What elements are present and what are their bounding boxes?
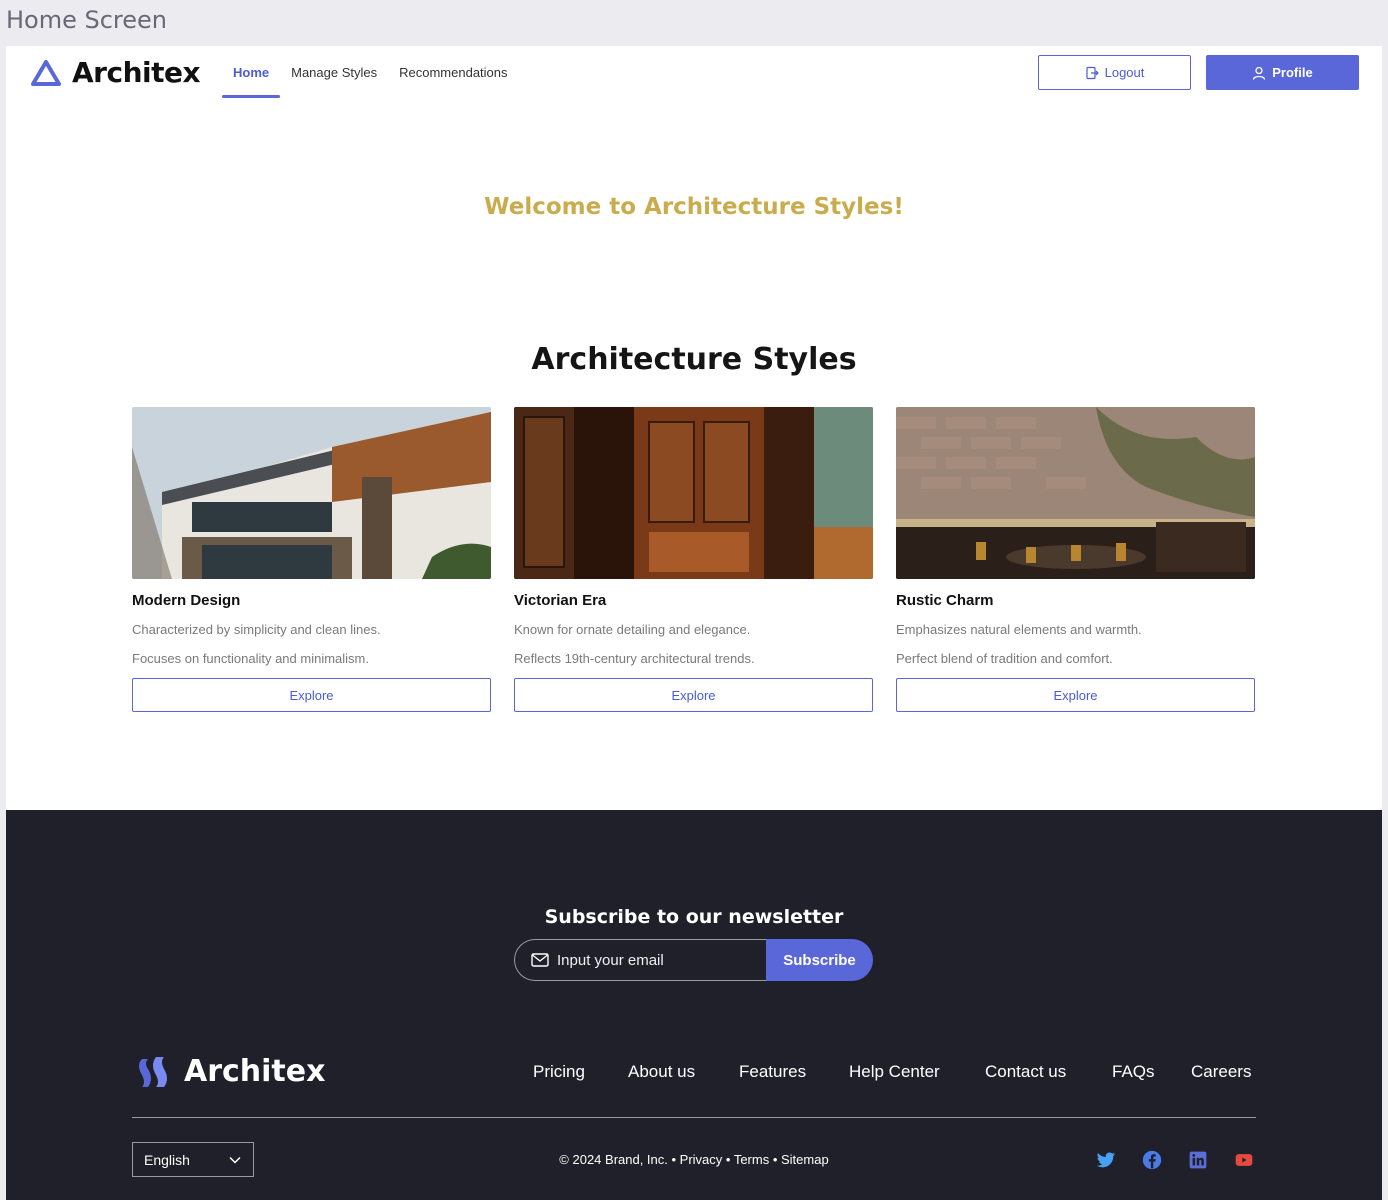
triangle-logo-icon (31, 59, 61, 86)
style-card-modern: Modern Design Characterized by simplicit… (132, 407, 491, 712)
card-description: Emphasizes natural elements and warmth. (896, 622, 1142, 637)
youtube-icon[interactable] (1234, 1150, 1254, 1170)
screen-label: Home Screen (6, 6, 168, 34)
footer-link-features[interactable]: Features (739, 1062, 806, 1082)
footer-link-careers[interactable]: Careers (1191, 1062, 1251, 1082)
logout-button[interactable]: Logout (1038, 55, 1191, 90)
footer-link-about[interactable]: About us (628, 1062, 695, 1082)
app-frame: Architex Home Manage Styles Recommendati… (6, 46, 1382, 1200)
card-description: Reflects 19th-century architectural tren… (514, 651, 755, 666)
footer-links: Pricing About us Features Help Center Co… (6, 1062, 1382, 1084)
linkedin-icon[interactable] (1188, 1150, 1208, 1170)
welcome-heading: Welcome to Architecture Styles! (484, 194, 904, 220)
card-title: Victorian Era (514, 592, 607, 609)
card-title: Modern Design (132, 592, 241, 609)
nav-manage-styles[interactable]: Manage Styles (280, 46, 388, 98)
footer-link-help-center[interactable]: Help Center (849, 1062, 940, 1082)
explore-button[interactable]: Explore (514, 678, 873, 712)
explore-button[interactable]: Explore (132, 678, 491, 712)
style-cards: Modern Design Characterized by simplicit… (132, 407, 1255, 712)
nav-home[interactable]: Home (222, 46, 281, 98)
footer-link-contact[interactable]: Contact us (985, 1062, 1066, 1082)
explore-button[interactable]: Explore (896, 678, 1255, 712)
user-icon (1253, 66, 1266, 80)
logout-label: Logout (1104, 65, 1145, 80)
newsletter-form: Subscribe (514, 939, 873, 981)
top-header: Architex Home Manage Styles Recommendati… (6, 46, 1382, 102)
style-card-rustic: Rustic Charm Emphasizes natural elements… (896, 407, 1255, 712)
brand-name: Architex (72, 56, 201, 89)
nav-recommendations[interactable]: Recommendations (388, 46, 518, 98)
facebook-icon[interactable] (1142, 1150, 1162, 1170)
newsletter-title: Subscribe to our newsletter (544, 906, 844, 928)
card-title: Rustic Charm (896, 592, 994, 609)
profile-label: Profile (1272, 65, 1313, 80)
section-title: Architecture Styles (531, 342, 857, 377)
main-nav: Home Manage Styles Recommendations (222, 46, 519, 98)
card-description: Characterized by simplicity and clean li… (132, 622, 381, 637)
card-description: Perfect blend of tradition and comfort. (896, 651, 1113, 666)
social-links (1096, 1150, 1254, 1170)
twitter-icon[interactable] (1096, 1150, 1116, 1170)
footer-divider (132, 1117, 1256, 1118)
modern-house-image (132, 407, 491, 579)
email-input[interactable] (557, 951, 757, 969)
subscribe-button[interactable]: Subscribe (766, 939, 873, 981)
email-field-wrapper (514, 939, 766, 981)
card-description: Known for ornate detailing and elegance. (514, 622, 751, 637)
style-card-victorian: Victorian Era Known for ornate detailing… (514, 407, 873, 712)
rustic-interior-image (896, 407, 1255, 579)
profile-button[interactable]: Profile (1206, 55, 1359, 90)
card-description: Focuses on functionality and minimalism. (132, 651, 369, 666)
victorian-door-image (514, 407, 873, 579)
brand-logo[interactable]: Architex (30, 56, 201, 89)
site-footer: Subscribe to our newsletter Subscribe Ar… (6, 810, 1382, 1200)
footer-link-pricing[interactable]: Pricing (533, 1062, 585, 1082)
footer-link-faqs[interactable]: FAQs (1112, 1062, 1155, 1082)
mail-icon (531, 953, 549, 967)
logout-icon (1086, 66, 1099, 79)
